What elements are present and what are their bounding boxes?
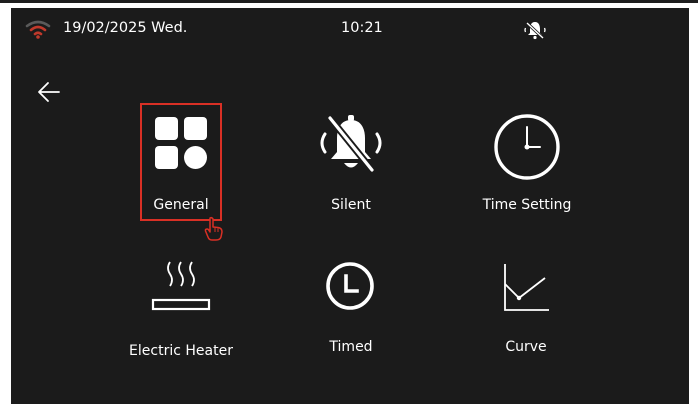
menu-item-label: Timed — [329, 339, 373, 355]
menu-item-electric-heater[interactable]: Electric Heater — [115, 252, 247, 362]
heater-icon — [151, 261, 211, 311]
menu-item-label: Silent — [331, 197, 371, 213]
menu-item-label: Electric Heater — [129, 343, 233, 359]
status-time: 10:21 — [341, 20, 383, 36]
menu-item-label: General — [153, 197, 209, 213]
timer-icon — [326, 262, 374, 310]
status-date: 19/02/2025 Wed. — [63, 20, 188, 36]
bell-muted-icon — [320, 115, 382, 173]
menu-item-timed[interactable]: Timed — [311, 254, 391, 364]
menu-item-label: Time Setting — [482, 197, 572, 213]
status-bar: 19/02/2025 Wed. 10:21 — [11, 8, 689, 52]
clock-icon — [494, 114, 560, 180]
photo-frame: 19/02/2025 Wed. 10:21 General Silent Tim… — [0, 0, 698, 412]
device-screen: 19/02/2025 Wed. 10:21 General Silent Tim… — [11, 8, 689, 404]
top-border — [0, 0, 698, 3]
menu-item-curve[interactable]: Curve — [483, 254, 569, 364]
menu-item-general[interactable]: General — [140, 103, 222, 223]
menu-item-time-setting[interactable]: Time Setting — [469, 108, 585, 223]
menu-item-silent[interactable]: Silent — [301, 108, 401, 223]
curve-chart-icon — [504, 264, 549, 311]
wifi-icon — [25, 20, 51, 39]
bell-muted-icon — [524, 21, 546, 40]
hand-pointer-icon — [204, 216, 223, 241]
general-grid-icon — [155, 117, 207, 169]
arrow-left-icon[interactable] — [35, 78, 63, 106]
menu-item-label: Curve — [505, 339, 547, 355]
